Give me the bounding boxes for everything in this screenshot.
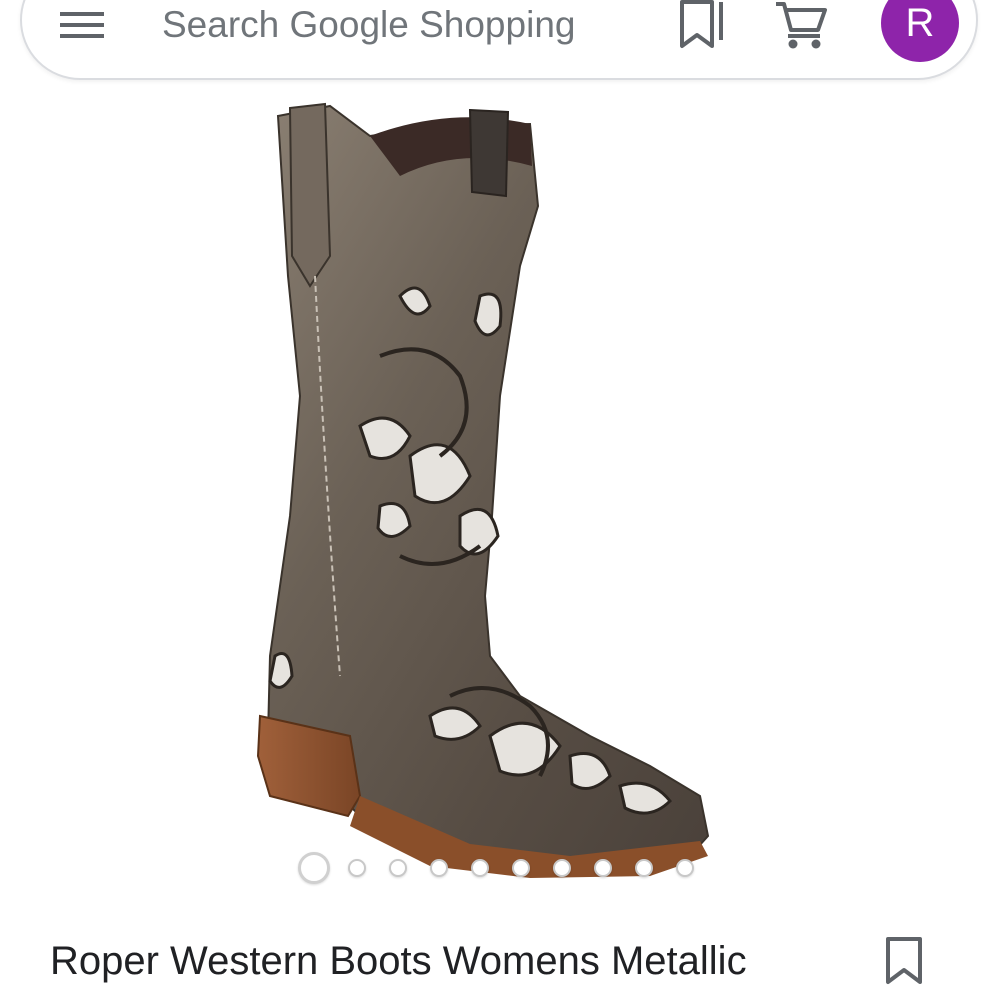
- save-product-button[interactable]: [882, 936, 926, 986]
- carousel-dot[interactable]: [298, 852, 330, 884]
- carousel-dot[interactable]: [512, 859, 530, 877]
- carousel-dot[interactable]: [594, 859, 612, 877]
- cart-button[interactable]: [774, 0, 830, 50]
- menu-icon: [60, 12, 104, 38]
- product-image[interactable]: [230, 96, 730, 886]
- bookmark-icon: [886, 937, 922, 984]
- search-input[interactable]: [162, 0, 642, 50]
- menu-button[interactable]: [58, 4, 106, 44]
- carousel-dot[interactable]: [635, 859, 653, 877]
- carousel-dot[interactable]: [471, 859, 489, 877]
- product-title[interactable]: Roper Western Boots Womens Metallic: [50, 933, 747, 989]
- carousel-dot[interactable]: [553, 859, 571, 877]
- carousel-dot[interactable]: [348, 859, 366, 877]
- bookmark-icon: [680, 0, 723, 48]
- shopping-cart-icon: [776, 2, 827, 49]
- saved-items-button[interactable]: [678, 0, 728, 50]
- shopping-product-page: R: [0, 0, 1000, 1000]
- carousel-dot[interactable]: [676, 859, 694, 877]
- carousel-dot[interactable]: [389, 859, 407, 877]
- carousel-dot[interactable]: [430, 859, 448, 877]
- image-carousel-dots: [298, 850, 717, 886]
